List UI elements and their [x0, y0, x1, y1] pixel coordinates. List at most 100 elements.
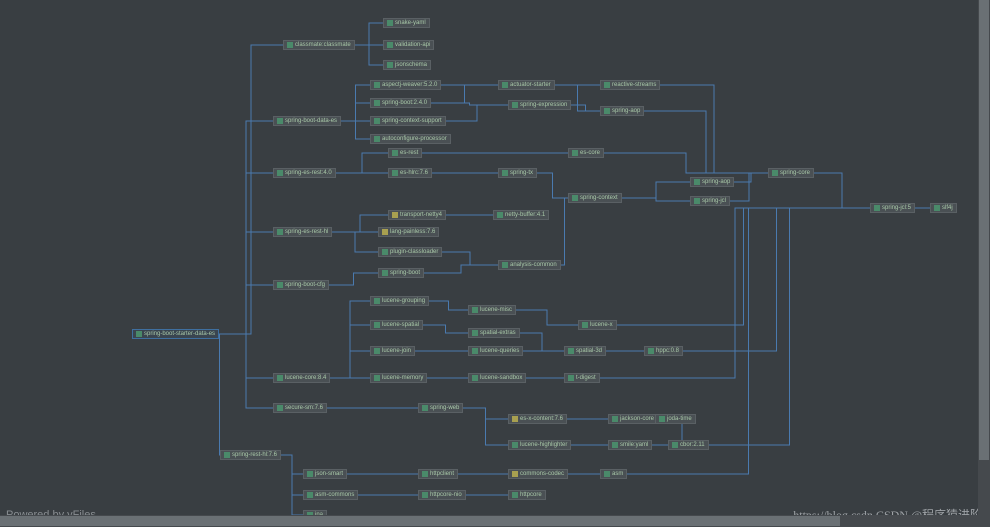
dependency-node[interactable]: es-x-content:7.6	[508, 414, 567, 424]
dependency-node[interactable]: es-hlrc:7.6	[388, 168, 432, 178]
dependency-node[interactable]: lucene-spatial	[370, 320, 423, 330]
dependency-node[interactable]: spatial-3d	[564, 346, 606, 356]
dependency-node[interactable]: slf4j	[930, 203, 957, 213]
package-icon	[568, 348, 574, 354]
dependency-node[interactable]: es-core	[568, 148, 604, 158]
dependency-node[interactable]: cbor:2.11	[668, 440, 709, 450]
dependency-node[interactable]: httpcore-nio	[418, 490, 466, 500]
dependency-node[interactable]: jackson-core	[608, 414, 658, 424]
package-icon	[472, 330, 478, 336]
node-label: lucene-highlighter	[520, 442, 567, 448]
dependency-node[interactable]: plugin-classloader	[378, 247, 442, 257]
node-label: lucene-join	[382, 348, 411, 354]
node-label: spring-boot-data-es	[285, 118, 337, 124]
dependency-node[interactable]: lucene-highlighter	[508, 440, 571, 450]
dependency-node[interactable]: spring-tx	[498, 168, 537, 178]
package-icon	[392, 212, 398, 218]
package-icon	[382, 249, 388, 255]
dependency-node[interactable]: spring-web	[418, 403, 463, 413]
dependency-node[interactable]: spring-expression	[508, 100, 571, 110]
dependency-node[interactable]: spring-context-support	[370, 116, 446, 126]
node-label: lucene-x	[590, 322, 613, 328]
dependency-node[interactable]: spring-aop	[690, 177, 734, 187]
dependency-node[interactable]: lucene-grouping	[370, 296, 429, 306]
dependency-node[interactable]: asm	[600, 469, 627, 479]
node-label: smile:yaml	[620, 442, 648, 448]
node-label: netty-buffer:4.1	[505, 212, 545, 218]
node-label: lucene-grouping	[382, 298, 425, 304]
dependency-node[interactable]: httpclient	[418, 469, 458, 479]
dependency-node[interactable]: smile:yaml	[608, 440, 652, 450]
dependency-edge	[341, 103, 370, 121]
dependency-node[interactable]: joda-time	[655, 414, 696, 424]
dependency-node[interactable]: es-rest	[388, 148, 422, 158]
dependency-node[interactable]: spring-context	[568, 193, 622, 203]
dependency-node[interactable]: lucene-join	[370, 346, 415, 356]
package-icon	[512, 102, 518, 108]
dependency-node[interactable]: t-digest	[564, 373, 600, 383]
dependency-node[interactable]: lucene-misc	[468, 305, 516, 315]
dependency-node[interactable]: actuator-starter	[498, 80, 555, 90]
node-label: spatial-3d	[576, 348, 602, 354]
dependency-node[interactable]: spring-boot-starter-data-es	[132, 329, 219, 339]
package-icon	[472, 375, 478, 381]
package-icon	[934, 205, 940, 211]
dependency-node[interactable]: spring-jcl:5	[870, 203, 915, 213]
dependency-node[interactable]: secure-sm:7.6	[273, 403, 327, 413]
dependency-node[interactable]: httpcore	[508, 490, 546, 500]
dependency-node[interactable]: autoconfigure-processor	[370, 134, 451, 144]
dependency-node[interactable]: spring-rest-hl:7.6	[220, 450, 281, 460]
dependency-node[interactable]: lucene-memory	[370, 373, 427, 383]
dependency-edge	[644, 111, 768, 173]
node-label: jackson-core	[620, 416, 654, 422]
dependency-node[interactable]: transport-netty4	[388, 210, 446, 220]
dependency-edge	[463, 408, 508, 445]
horizontal-scrollbar-thumb[interactable]	[0, 516, 840, 526]
dependency-node[interactable]: spring-boot:2.4.0	[370, 98, 431, 108]
dependency-node[interactable]: hppc:0.8	[644, 346, 683, 356]
node-label: validation-api	[395, 42, 430, 48]
dependency-node[interactable]: netty-buffer:4.1	[493, 210, 549, 220]
dependency-node[interactable]: spring-core	[768, 168, 814, 178]
dependency-node[interactable]: jsonschema	[383, 60, 431, 70]
dependency-node[interactable]: json-smart	[303, 469, 347, 479]
horizontal-scrollbar[interactable]	[0, 515, 978, 527]
package-icon	[374, 348, 380, 354]
package-icon	[512, 492, 518, 498]
package-icon	[374, 375, 380, 381]
diagram-canvas[interactable]: Powered by yFiles https://blog.csdn.CSDN…	[0, 0, 990, 527]
dependency-node[interactable]: spring-jcl	[690, 196, 730, 206]
dependency-node[interactable]: asm-commons	[303, 490, 358, 500]
dependency-node[interactable]: validation-api	[383, 40, 434, 50]
dependency-node[interactable]: spring-es-rest-hl	[273, 227, 332, 237]
node-label: lucene-sandbox	[480, 375, 522, 381]
dependency-node[interactable]: spatial-extras	[468, 328, 520, 338]
vertical-scrollbar[interactable]	[978, 0, 990, 515]
dependency-node[interactable]: spring-boot	[378, 268, 424, 278]
dependency-node[interactable]: spring-boot-data-es	[273, 116, 341, 126]
dependency-node[interactable]: spring-aop	[600, 106, 644, 116]
dependency-node[interactable]: classmate:classmate	[283, 40, 355, 50]
package-icon	[604, 108, 610, 114]
dependency-node[interactable]: reactive-streams	[600, 80, 660, 90]
dependency-edge	[355, 23, 383, 45]
dependency-node[interactable]: spring-es-rest:4.0	[273, 168, 336, 178]
dependency-node[interactable]: spring-boot-cfg	[273, 280, 329, 290]
dependency-node[interactable]: snake-yaml	[383, 18, 430, 28]
dependency-node[interactable]: analysis-common	[498, 260, 561, 270]
package-icon	[277, 229, 283, 235]
package-icon	[374, 298, 380, 304]
node-label: lucene-core:8.4	[285, 375, 326, 381]
dependency-node[interactable]: commons-codec	[508, 469, 568, 479]
dependency-node[interactable]: lucene-sandbox	[468, 373, 526, 383]
dependency-node[interactable]: aspectj-weaver:5.2.0	[370, 80, 441, 90]
dependency-edge	[617, 208, 870, 325]
package-icon	[694, 198, 700, 204]
vertical-scrollbar-thumb[interactable]	[979, 0, 989, 460]
dependency-node[interactable]: lucene-core:8.4	[273, 373, 330, 383]
node-label: json-smart	[315, 471, 343, 477]
dependency-node[interactable]: lucene-x	[578, 320, 617, 330]
dependency-node[interactable]: lang-painless:7.6	[378, 227, 439, 237]
package-icon	[387, 62, 393, 68]
dependency-node[interactable]: lucene-queries	[468, 346, 523, 356]
